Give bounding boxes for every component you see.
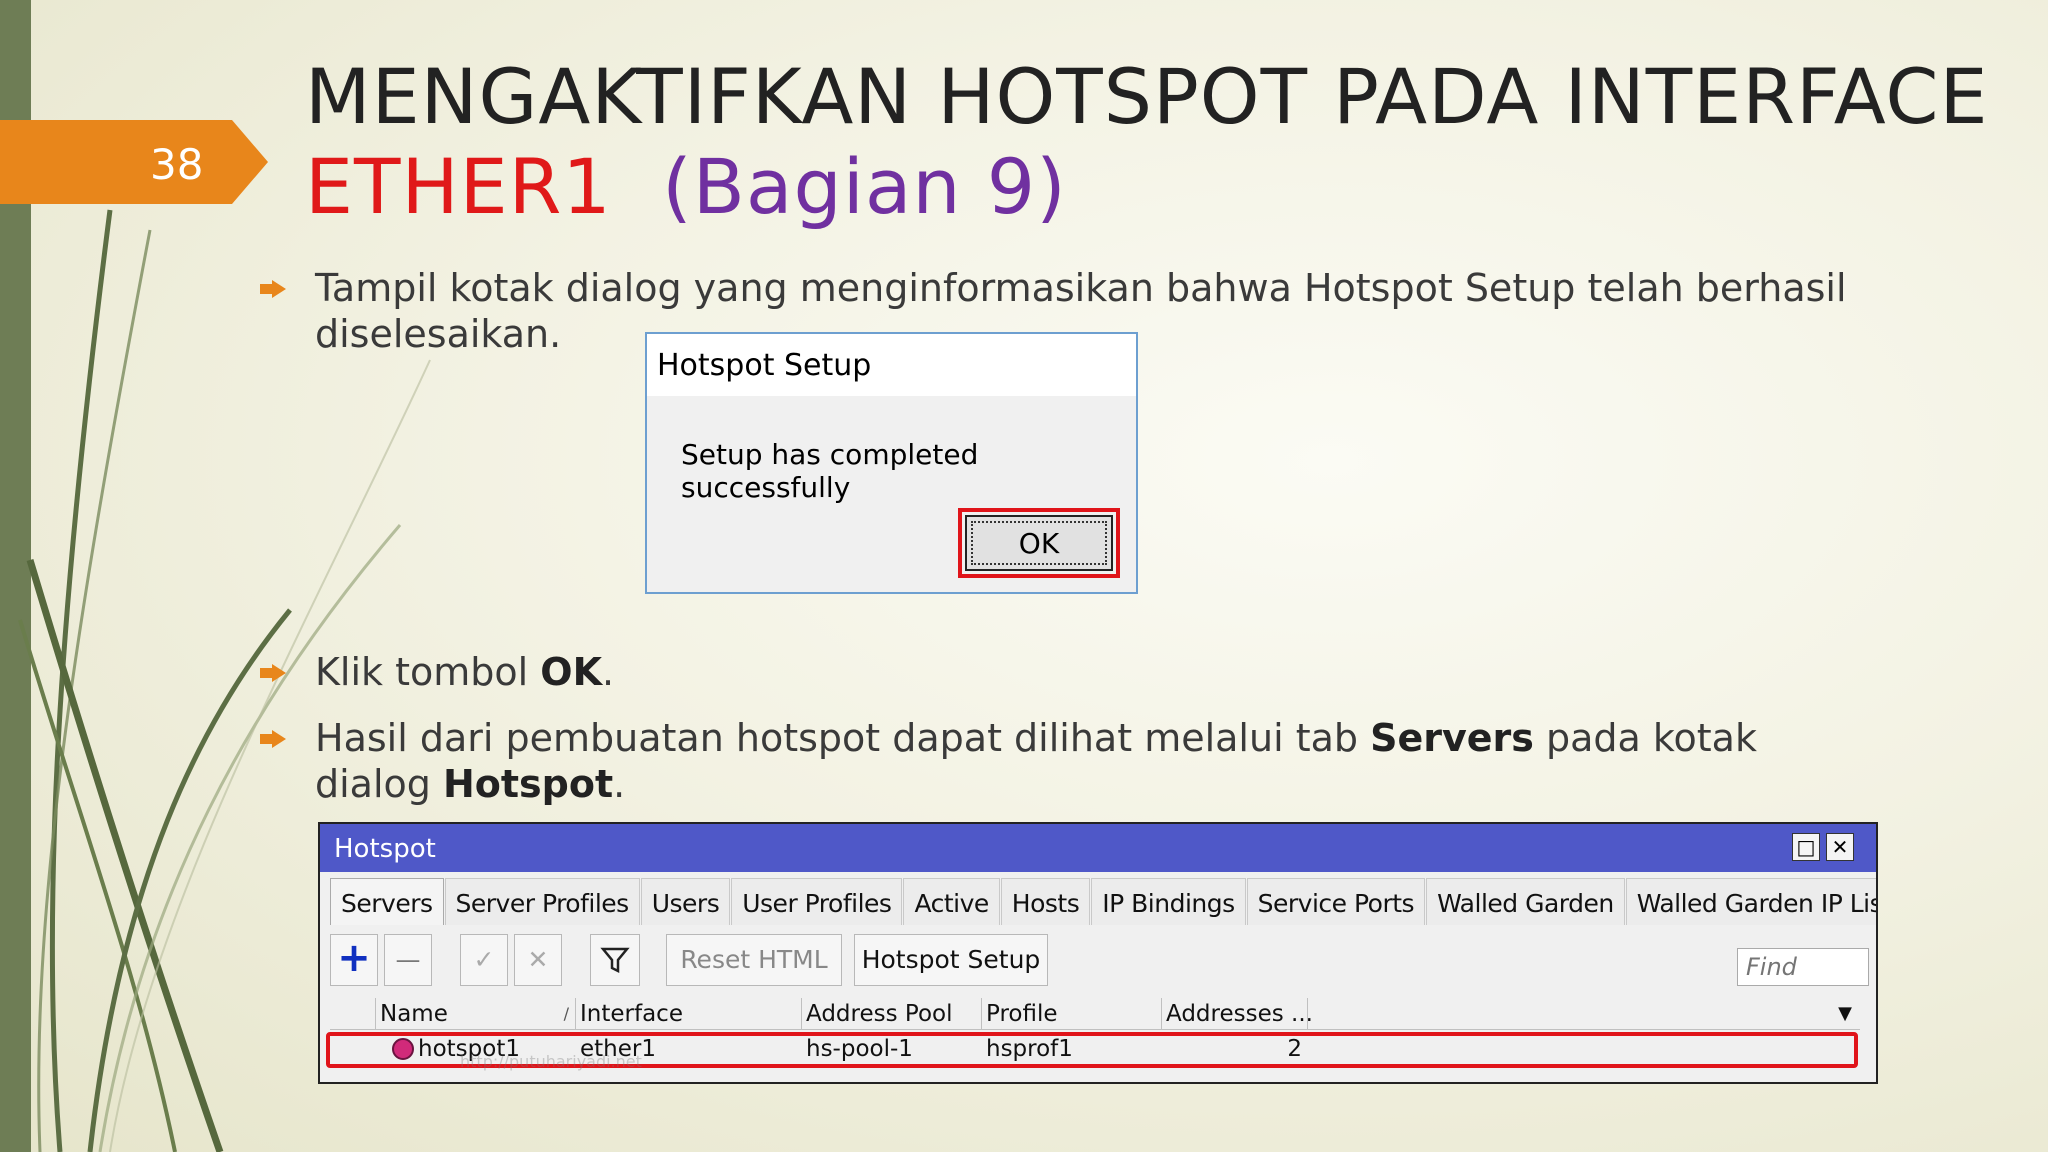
enable-icon[interactable]: ✓ (460, 934, 508, 986)
bullet-2-bold: OK (540, 650, 603, 694)
column-header-spacer (330, 998, 376, 1030)
find-input[interactable] (1737, 948, 1869, 986)
column-header-addresses[interactable]: Addresses ... (1162, 998, 1313, 1030)
close-icon[interactable]: ✕ (1826, 833, 1854, 861)
sort-marker: / (563, 1004, 569, 1023)
bullet-3-bold-servers: Servers (1370, 716, 1534, 760)
dialog-title: Hotspot Setup (657, 348, 872, 383)
slide-number-tab (0, 120, 268, 204)
bullet-arrow-icon (260, 664, 286, 682)
tab-server-profiles[interactable]: Server Profiles (444, 878, 640, 925)
tab-walled-garden-ip-list[interactable]: Walled Garden IP List (1625, 878, 1876, 925)
tab-ip-bindings[interactable]: IP Bindings (1091, 878, 1246, 925)
bullet-2-suffix: . (602, 650, 615, 694)
filter-icon[interactable] (590, 934, 640, 986)
hotspot-window-title: Hotspot (334, 834, 436, 864)
hotspot-setup-button[interactable]: Hotspot Setup (854, 934, 1048, 986)
remove-icon[interactable]: — (384, 934, 432, 986)
tab-hosts[interactable]: Hosts (1000, 878, 1091, 925)
bullet-text-2: Klik tombol OK. (315, 649, 1875, 695)
slide-title-line1: MENGAKTIFKAN HOTSPOT PADA INTERFACE (305, 52, 1989, 141)
bullet-arrow-icon (260, 730, 286, 748)
column-header-filler: ▼ (1308, 998, 1860, 1030)
servers-table-header: Name / Interface Address Pool Profile Add… (330, 998, 1860, 1032)
dialog-message: Setup has completed successfully (681, 438, 979, 504)
bullet-3-suffix: . (613, 762, 626, 806)
bullet-3-prefix: Hasil dari pembuatan hotspot dapat dilih… (315, 716, 1371, 760)
bullet-arrow-icon (260, 280, 286, 298)
add-icon[interactable]: + (330, 934, 378, 986)
disable-icon[interactable]: ✕ (514, 934, 562, 986)
column-header-address-pool[interactable]: Address Pool (802, 998, 982, 1030)
watermark: http://putuhariyadi.net (460, 1052, 642, 1071)
tab-user-profiles[interactable]: User Profiles (731, 878, 903, 925)
hotspot-setup-dialog: Hotspot Setup Setup has completed succes… (645, 332, 1138, 594)
hotspot-titlebar: Hotspot □ ✕ (320, 824, 1876, 872)
slide-title-line2: ETHER1 (Bagian 9) (305, 142, 1067, 231)
restore-icon[interactable]: □ (1792, 833, 1820, 861)
bullet-2-prefix: Klik tombol (315, 650, 541, 694)
hotspot-tab-row: Servers Server Profiles Users User Profi… (330, 878, 1876, 925)
title-ether1: ETHER1 (305, 142, 612, 231)
tab-active[interactable]: Active (903, 878, 1000, 925)
slide-number: 38 (150, 140, 204, 189)
tab-walled-garden[interactable]: Walled Garden (1426, 878, 1625, 925)
bullet-3-bold-hotspot: Hotspot (442, 762, 614, 806)
column-header-profile[interactable]: Profile (982, 998, 1162, 1030)
dialog-titlebar: Hotspot Setup (647, 334, 1136, 396)
hotspot-toolbar: + — ✓ ✕ Reset HTML Hotspot Setup (330, 934, 1869, 990)
title-part-label: (Bagian 9) (662, 142, 1067, 231)
column-header-name[interactable]: Name / (376, 998, 576, 1030)
column-menu-dropdown-icon[interactable]: ▼ (1838, 998, 1852, 1030)
ok-button[interactable]: OK (965, 515, 1113, 571)
bullet-text-3: Hasil dari pembuatan hotspot dapat dilih… (315, 715, 1875, 807)
tab-users[interactable]: Users (640, 878, 731, 925)
tab-servers[interactable]: Servers (330, 878, 444, 925)
column-header-interface[interactable]: Interface (576, 998, 802, 1030)
reset-html-button[interactable]: Reset HTML (666, 934, 842, 986)
hotspot-window: Hotspot □ ✕ Servers Server Profiles User… (318, 822, 1878, 1084)
tab-service-ports[interactable]: Service Ports (1246, 878, 1426, 925)
